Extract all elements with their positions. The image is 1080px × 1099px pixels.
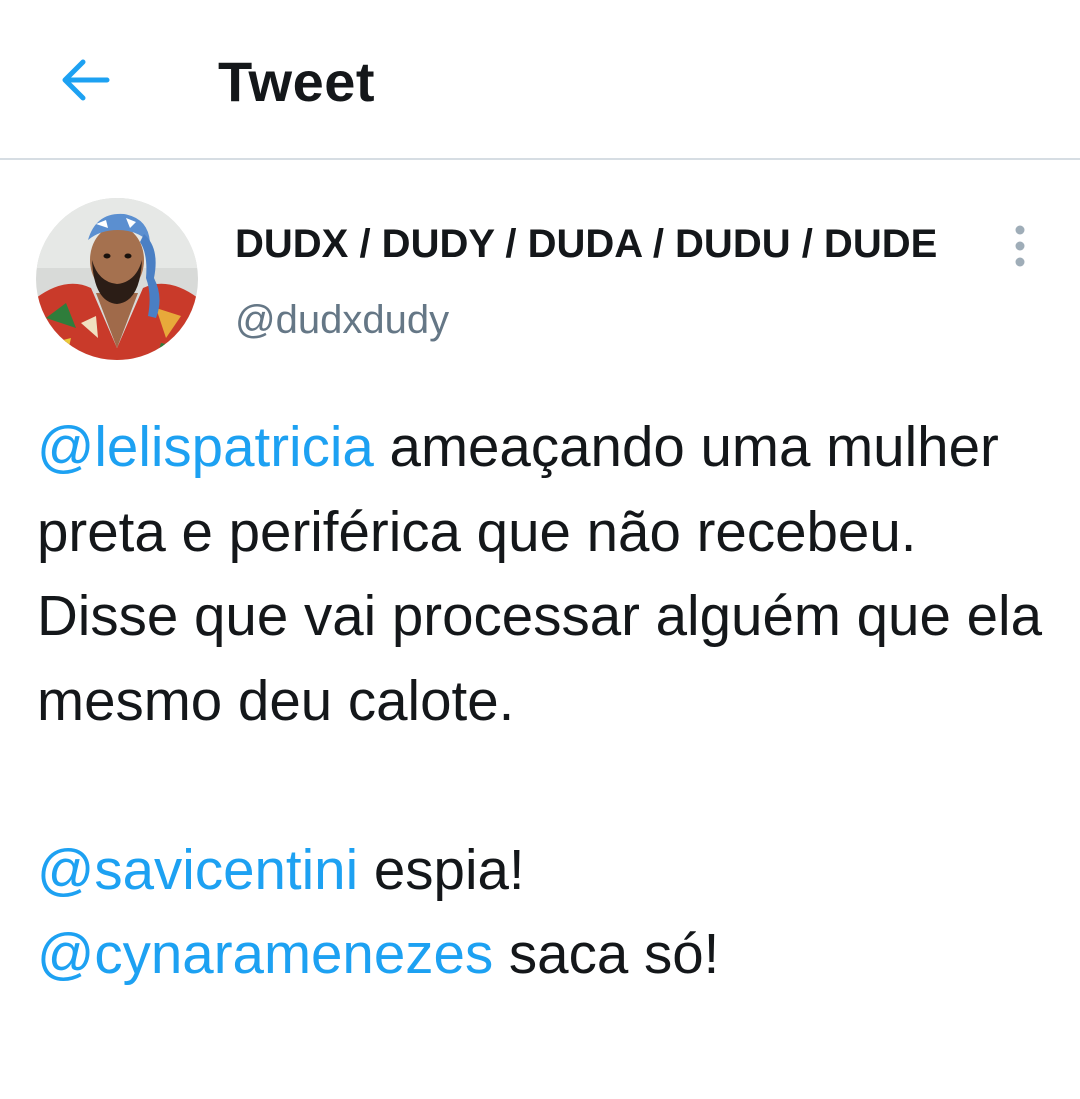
arrow-left-icon [62,59,110,101]
user-avatar-photo [36,198,198,360]
tweet-line: @savicentini espia! [37,828,1047,913]
back-button[interactable] [50,48,120,112]
page-title: Tweet [218,50,376,113]
mention-link[interactable]: @savicentini [37,838,358,901]
author-handle[interactable]: @dudxdudy [235,294,449,346]
author-display-name[interactable]: DUDX / DUDY / DUDA / DUDU / DUDE [235,218,937,270]
tweet-text-segment: saca só! [493,922,720,985]
top-bar: Tweet [0,0,1080,160]
vertical-ellipsis-icon [1015,225,1025,267]
avatar[interactable] [36,198,198,360]
tweet-text: @lelispatricia ameaçando uma mulher pret… [37,405,1047,997]
tweet-text-segment: espia! [358,837,525,901]
mention-link[interactable]: @cynaramenezes [37,922,493,985]
tweet-paragraph: @lelispatricia ameaçando uma mulher pret… [37,405,1047,743]
more-options-button[interactable] [996,220,1044,272]
mention-link[interactable]: @lelispatricia [37,415,374,478]
tweet-line: @cynaramenezes saca só! [37,912,1047,997]
